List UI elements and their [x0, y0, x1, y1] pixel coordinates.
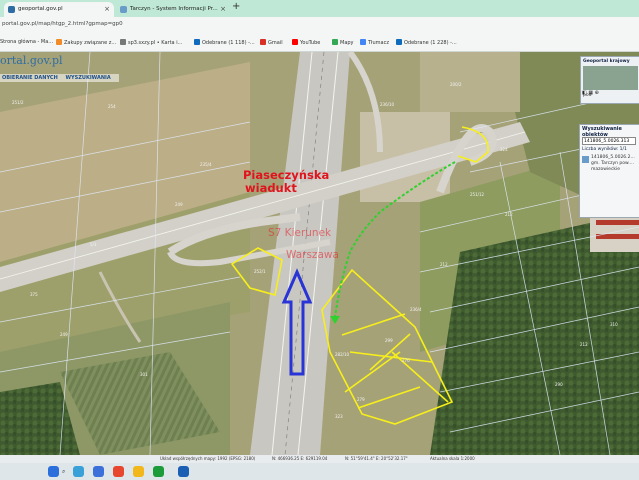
new-tab-button[interactable]: +: [232, 1, 240, 12]
tab-label: Tarczyn - System Informacji Pr...: [130, 6, 218, 12]
result-count: Liczba wyników: 1/1: [582, 147, 627, 152]
tab-label: geoportal.gov.pl: [18, 6, 63, 12]
youtube-icon: [292, 39, 298, 45]
map-status-bar: Układ współrzędnych mapy: 1992 (EPSG: 21…: [0, 455, 639, 463]
search-result-item[interactable]: 141806_5.0026.2... gm. Tarczyn pow.... m…: [582, 155, 638, 173]
overview-minimap[interactable]: [583, 66, 638, 90]
overview-map-panel: Geoportal krajowy pod: [580, 56, 639, 104]
outlook-icon[interactable]: [178, 466, 189, 477]
bookmark-item[interactable]: Strona główna - Ma...: [0, 39, 53, 45]
map-toolbar-icons[interactable]: ◧ ▦ ⊕: [582, 90, 599, 96]
menu-item-search[interactable]: WYSZUKIWANIA: [66, 75, 111, 81]
gmail-icon: [260, 39, 266, 45]
windows-taskbar: ⌕: [0, 463, 639, 480]
bookmarks-bar: Strona główna - Ma... Zakupy związane z.…: [0, 35, 639, 52]
geoportal-menu: OBIERANIE DANYCH WYSZUKIWANIA: [0, 74, 119, 82]
mail-icon: [396, 39, 402, 45]
bookmark-item[interactable]: Odebrane (1 118) -...: [194, 39, 255, 46]
start-icon[interactable]: [48, 466, 59, 477]
bookmark-item[interactable]: Odebrane (1 228) -...: [396, 39, 457, 46]
explorer-icon[interactable]: [133, 466, 144, 477]
green-app-icon[interactable]: [153, 466, 164, 477]
bookmark-item[interactable]: sp3.sxzy.pl • Karta i...: [120, 39, 182, 46]
edge-icon[interactable]: [73, 466, 84, 477]
tab-bar: geoportal.gov.pl × Tarczyn - System Info…: [0, 0, 639, 17]
bookmark-item[interactable]: Mapy: [332, 39, 354, 46]
address-bar[interactable]: portal.gov.pl/map/htgp_2.html?gpmap=gp0: [0, 17, 639, 35]
bookmark-item[interactable]: Zakupy związane z...: [56, 39, 116, 46]
geoportal-logo[interactable]: ortal.gov.pl: [0, 54, 63, 67]
url-text[interactable]: portal.gov.pl/map/htgp_2.html?gpmap=gp0: [2, 21, 123, 27]
mail-icon: [194, 39, 200, 45]
search-panel: Wyszukiwanie obiektów 141806_5.0026.313 …: [579, 124, 639, 218]
menu-item-data[interactable]: OBIERANIE DANYCH: [2, 75, 58, 81]
chrome-icon[interactable]: [113, 466, 124, 477]
geoportal-favicon-icon: [8, 6, 15, 13]
search-input[interactable]: 141806_5.0026.313: [582, 137, 636, 145]
translate-icon: [360, 39, 366, 45]
maps-icon: [332, 39, 338, 45]
parcel-result-icon: [582, 156, 589, 163]
tarczyn-favicon-icon: [120, 6, 127, 13]
road-direction-annotation: S7 Kierunek Warszawa: [268, 227, 339, 261]
bookmark-item[interactable]: Tłumacz: [360, 39, 389, 46]
store-icon[interactable]: [93, 466, 104, 477]
panel-title: Geoportal krajowy: [583, 59, 630, 64]
close-tab-icon[interactable]: ×: [220, 2, 226, 17]
field: [420, 52, 520, 112]
bookmark-favicon-icon: [56, 39, 62, 45]
viaduct-annotation: Piaseczyńska wiadukt: [243, 168, 330, 195]
search-icon[interactable]: ⌕: [62, 468, 65, 476]
tab-geoportal[interactable]: geoportal.gov.pl ×: [4, 2, 114, 17]
close-tab-icon[interactable]: ×: [104, 2, 110, 17]
bookmark-item[interactable]: YouTube: [292, 39, 320, 46]
bookmark-favicon-icon: [120, 39, 126, 45]
tab-tarczyn[interactable]: Tarczyn - System Informacji Pr... ×: [116, 2, 230, 17]
bookmark-item[interactable]: Gmail: [260, 39, 283, 46]
